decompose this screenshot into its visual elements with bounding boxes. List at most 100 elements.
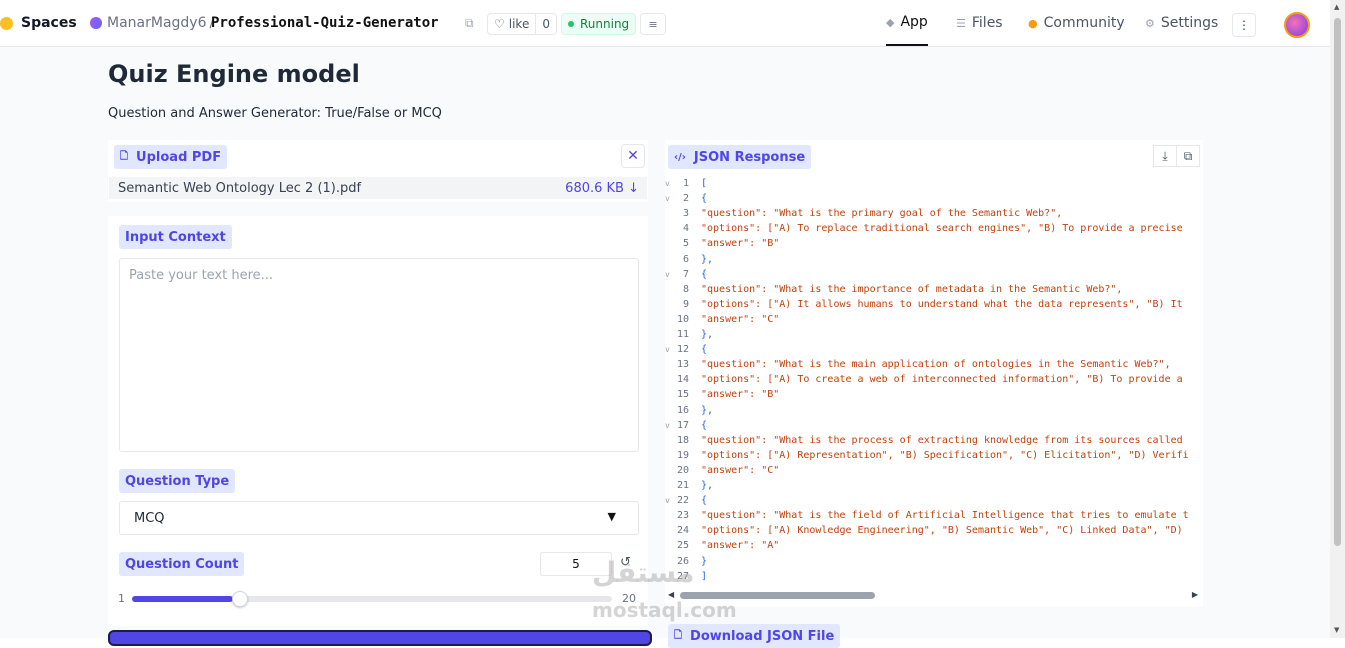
upload-label: 🗋 Upload PDF [114,145,228,169]
page-subtitle: Question and Answer Generator: True/Fals… [108,106,442,121]
tab-settings[interactable]: ⚙ Settings [1145,0,1218,46]
line-number: 13 [676,359,689,371]
code-text: "question": "What is the main applicatio… [701,359,1171,371]
code-line: v 12 { [665,342,1200,357]
line-number: 11 [676,329,689,340]
code-line: v 17 { [665,418,1200,433]
repo-name[interactable]: Professional-Quiz-Generator [211,0,439,46]
code-horizontal-scrollbar[interactable]: ◀ ▶ [668,590,1198,600]
code-text: "question": "What is the importance of m… [701,283,1123,295]
page-scrollbar[interactable]: ▲ ▼ [1330,0,1345,638]
code-text: "options": ["A) It allows humans to unde… [701,298,1183,310]
code-line: v7 { [665,267,1200,282]
tab-app[interactable]: ◆ App [886,0,928,46]
owner-name: ManarMagdy6 [107,15,207,31]
file-icon: 🗋 [674,629,683,641]
download-json-button[interactable]: 🗋 Download JSON File [668,624,841,648]
code-icon: ‹/› [674,151,686,163]
code-line: 18 "question": "What is the process of e… [665,433,1200,448]
tab-community[interactable]: ● Community [1028,0,1125,46]
code-line: 21 }, [665,478,1200,493]
code-line: v2 { [665,191,1200,206]
code-line: 26 } [665,554,1200,569]
question-type-select[interactable]: MCQ ▼ [119,501,639,535]
line-number: 12 [676,344,689,356]
code-line: 15 "answer": "B" [665,387,1200,402]
owner-link[interactable]: ManarMagdy6 / [90,0,214,46]
uploaded-file-row[interactable]: Semantic Web Ontology Lec 2 (1).pdf 680.… [109,177,647,199]
heart-icon: ♡ [494,17,505,31]
code-text: "options": ["A) Knowledge Engineering", … [701,525,1183,537]
owner-avatar-icon [90,17,102,29]
question-count-label: Question Count [119,552,245,576]
context-textarea[interactable]: Paste your text here... [119,258,639,452]
file-icon: 🗋 [120,150,129,162]
page-title: Quiz Engine model [108,60,360,88]
code-line: 11 }, [665,327,1200,342]
like-count: 0 [542,17,550,31]
kebab-icon: ⋮ [1238,18,1250,32]
code-text: { [701,344,708,356]
code-text: { [701,193,708,205]
code-line: 19 "options": ["A) Representation", "B) … [665,448,1200,463]
line-number: 25 [676,540,689,552]
logs-menu-button[interactable]: ≡ [640,13,666,35]
code-text: }, [701,404,714,416]
page-scroll-thumb[interactable] [1334,18,1341,546]
slider-fill [132,596,233,602]
code-line: 20 "answer": "C" [665,463,1200,478]
code-text: "answer": "B" [701,389,780,401]
more-options-button[interactable]: ⋮ [1232,13,1256,37]
code-line: 5 "answer": "B" [665,236,1200,251]
status-text: Running [580,17,630,31]
line-number: 10 [676,313,689,325]
question-count-slider[interactable] [132,591,612,607]
watermark-arabic: مستقل [592,556,695,589]
code-text: }, [701,480,714,491]
code-line: 9 "options": ["A) It allows humans to un… [665,297,1200,312]
close-icon: ✕ [627,148,639,164]
json-label: ‹/› JSON Response [668,145,812,169]
slider-thumb[interactable] [232,591,248,607]
line-number: 5 [682,238,689,250]
line-number: 23 [676,510,689,522]
code-text: { [701,268,708,280]
code-line: v 1[ [665,176,1200,191]
json-label-text: JSON Response [693,149,806,165]
code-text: "options": ["A) To replace traditional s… [701,223,1183,235]
generate-button[interactable] [108,630,652,646]
file-name: Semantic Web Ontology Lec 2 (1).pdf [118,180,362,196]
line-number: 24 [676,525,689,537]
code-text: "question": "What is the primary goal of… [701,208,1063,220]
code-text: "answer": "C" [701,464,780,476]
line-number: 20 [676,464,689,476]
code-text: }, [701,329,714,340]
community-icon: ● [1028,16,1038,30]
code-text: "question": "What is the process of extr… [701,434,1183,446]
scroll-down-icon[interactable]: ▼ [1334,626,1339,634]
line-number: 17 [676,419,689,431]
code-text: [ [701,178,708,189]
json-code-view[interactable]: v 1[v 2 {3 "question": "What is the primar… [665,176,1200,586]
spaces-logo[interactable]: Spaces [0,0,77,46]
like-button[interactable]: ♡ like 0 [487,13,557,35]
user-avatar[interactable] [1284,12,1310,38]
code-text: "options": ["A) Representation", "B) Spe… [701,449,1189,461]
file-size-download[interactable]: 680.6 KB ↓ [565,181,639,196]
clear-file-button[interactable]: ✕ [621,144,645,168]
scroll-right-icon[interactable]: ▶ [1192,590,1198,599]
download-icon[interactable]: ⤓ [1153,145,1177,167]
hugging-face-icon [0,16,13,30]
scroll-up-icon[interactable]: ▲ [1334,3,1339,11]
copy-icon[interactable]: ⧉ [465,0,474,46]
context-label: Input Context [119,225,232,249]
top-bar: Spaces ManarMagdy6 / Professional-Quiz-G… [0,0,1330,47]
line-number: 19 [676,449,689,461]
files-icon: ☰ [956,16,966,30]
tab-files[interactable]: ☰ Files [956,0,1003,46]
copy-json-icon[interactable]: ⧉ [1176,145,1200,167]
line-number: 18 [676,434,689,446]
code-line: 16 }, [665,403,1200,418]
code-line: 8 "question": "What is the importance of… [665,282,1200,297]
code-text: { [701,419,708,431]
